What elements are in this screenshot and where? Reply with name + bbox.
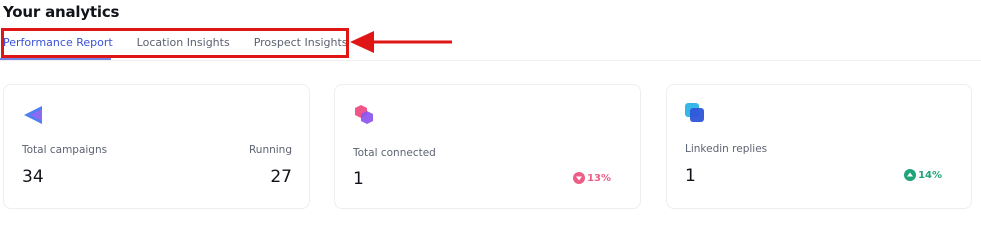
connected-hexagon-icon [355, 105, 373, 124]
card-secondary-label: Running [248, 144, 292, 156]
tabs-divider [0, 60, 981, 61]
change-percent: 14% [918, 169, 942, 181]
card-label: Linkedin replies [685, 143, 768, 155]
trend-up-icon [904, 169, 917, 181]
tabs-highlight-box [1, 28, 349, 58]
linkedin-replies-icon [685, 103, 704, 122]
card-value: 1 [353, 169, 364, 189]
card-value: 1 [685, 166, 696, 186]
trend-down-icon [573, 172, 586, 184]
card-label: Total connected [353, 147, 436, 159]
card-label: Total campaigns [22, 144, 108, 156]
card-secondary-value: 27 [270, 167, 292, 187]
change-badge: 13% [573, 172, 611, 184]
analytics-page: Your analytics Performance Report Locati… [0, 0, 981, 242]
campaign-arrow-icon [24, 106, 42, 124]
page-title: Your analytics [3, 3, 120, 21]
pointer-arrow-icon [350, 31, 452, 53]
change-percent: 13% [587, 172, 611, 184]
stat-card-campaigns: Total campaigns Running 34 27 [3, 84, 310, 209]
card-value: 34 [22, 167, 44, 187]
change-badge: 14% [904, 169, 942, 181]
stat-card-linkedin-replies: Linkedin replies 1 14% [666, 84, 972, 209]
stat-card-connected: Total connected 1 13% [334, 84, 641, 209]
